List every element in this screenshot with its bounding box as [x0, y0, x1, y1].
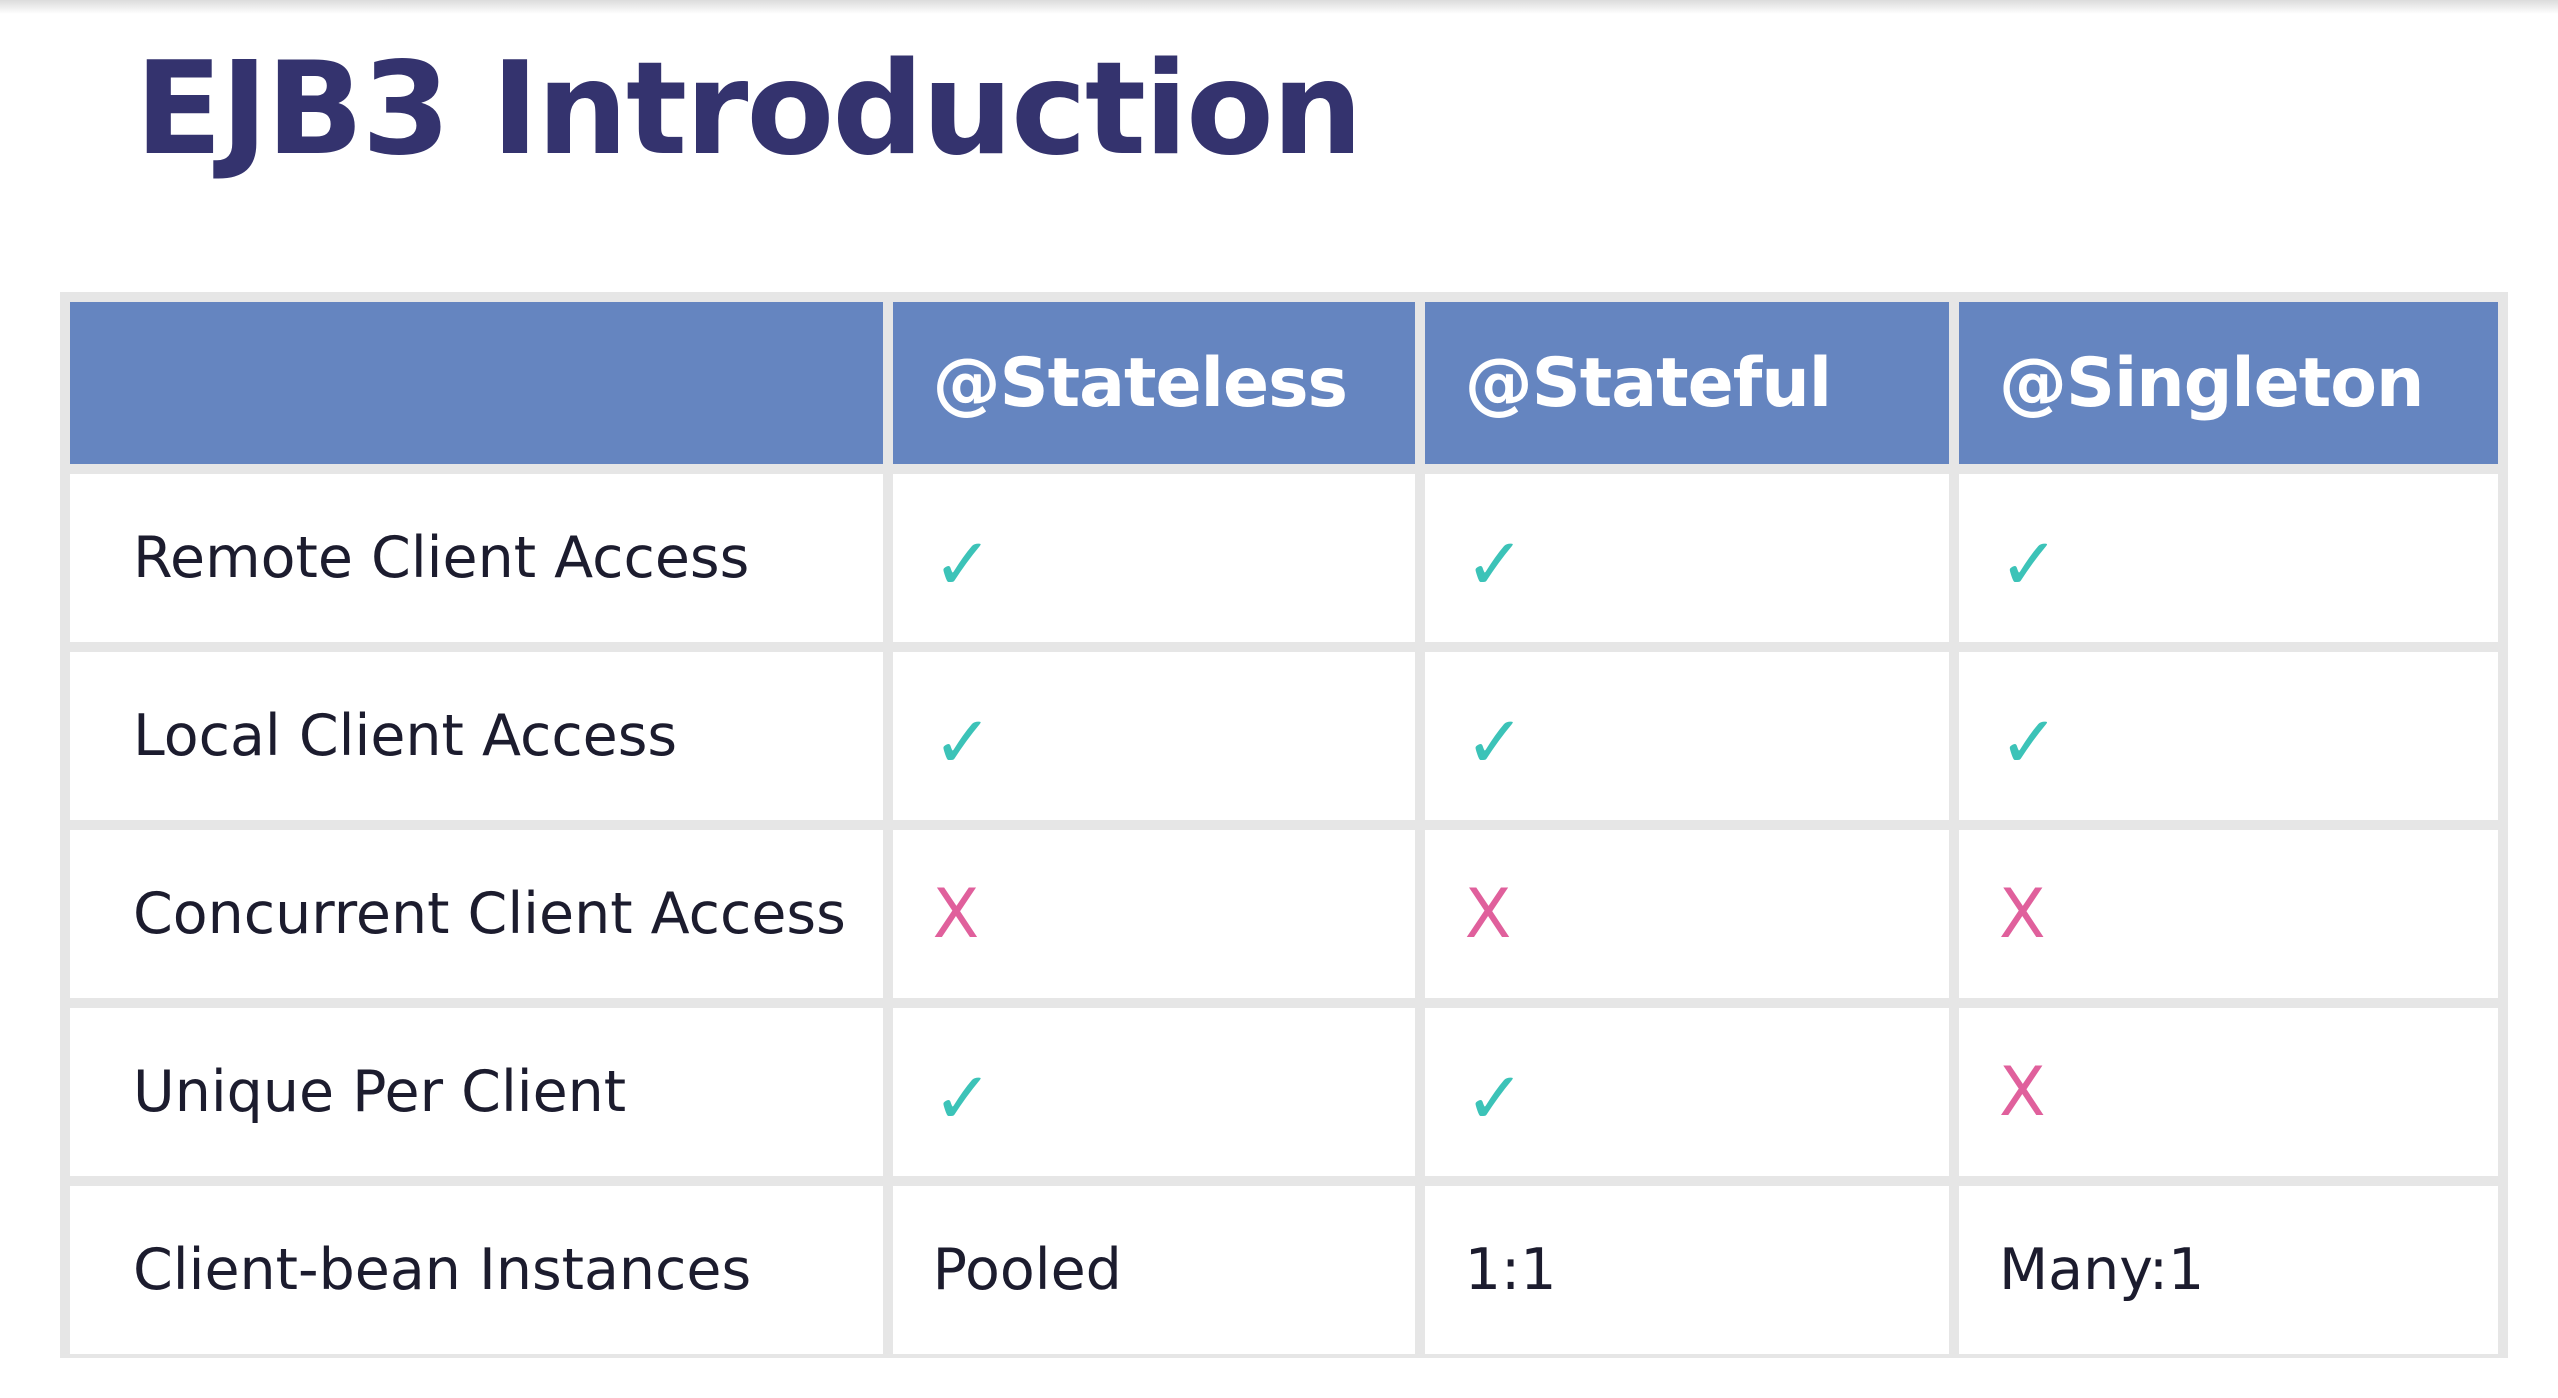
- table-cell-stateful: 1:1: [1424, 1186, 1949, 1354]
- comparison-table-container: @Stateless @Stateful @Singleton Remote C…: [60, 292, 2508, 1358]
- table-cell-singleton: Many:1: [1959, 1186, 2498, 1354]
- check-icon: ✓: [932, 522, 993, 606]
- row-label: Local Client Access: [70, 652, 883, 820]
- check-icon: ✓: [932, 700, 993, 784]
- table-row: Unique Per Client ✓ ✓ X: [70, 1008, 2498, 1176]
- slide-title: EJB3 Introduction: [135, 35, 1363, 184]
- comparison-table: @Stateless @Stateful @Singleton Remote C…: [60, 292, 2508, 1364]
- table-cell-singleton: ✓: [1959, 652, 2498, 820]
- check-icon: ✓: [1464, 1056, 1526, 1140]
- table-body: Remote Client Access ✓ ✓ ✓ Local Client Acce…: [70, 474, 2498, 1354]
- table-cell-singleton: X: [1959, 1008, 2498, 1176]
- row-label: Unique Per Client: [70, 1008, 883, 1176]
- top-edge-shade: [0, 0, 2558, 14]
- cell-value-text: Many:1: [1999, 1237, 2205, 1303]
- check-icon: ✓: [1999, 700, 2060, 784]
- cross-icon: X: [932, 874, 980, 954]
- cross-icon: X: [1464, 874, 1512, 954]
- header-cell-singleton: @Singleton: [1959, 302, 2498, 464]
- check-icon: ✓: [1464, 522, 1526, 606]
- check-icon: ✓: [1464, 700, 1526, 784]
- cross-icon: X: [1999, 1052, 2046, 1132]
- table-cell-stateless: ✓: [892, 1008, 1415, 1176]
- row-label: Client-bean Instances: [70, 1186, 883, 1354]
- header-cell-stateless: @Stateless: [892, 302, 1415, 464]
- table-cell-stateless: ✓: [892, 652, 1415, 820]
- table-row: Remote Client Access ✓ ✓ ✓: [70, 474, 2498, 642]
- cell-value-text: 1:1: [1464, 1237, 1557, 1303]
- header-row: @Stateless @Stateful @Singleton: [70, 302, 2498, 464]
- table-cell-stateful: ✓: [1424, 474, 1949, 642]
- table-cell-stateless: ✓: [892, 474, 1415, 642]
- table-cell-stateful: ✓: [1424, 1008, 1949, 1176]
- table-cell-stateful: ✓: [1424, 652, 1949, 820]
- row-label: Concurrent Client Access: [70, 830, 883, 998]
- cell-value-text: Pooled: [932, 1237, 1122, 1303]
- header-cell-stateful: @Stateful: [1424, 302, 1949, 464]
- header-cell-empty: [70, 302, 883, 464]
- row-label: Remote Client Access: [70, 474, 883, 642]
- table-cell-singleton: ✓: [1959, 474, 2498, 642]
- table-cell-stateful: X: [1424, 830, 1949, 998]
- table-cell-stateless: Pooled: [892, 1186, 1415, 1354]
- table-row: Local Client Access ✓ ✓ ✓: [70, 652, 2498, 820]
- table-row: Concurrent Client Access X X X: [70, 830, 2498, 998]
- check-icon: ✓: [932, 1056, 993, 1140]
- table-cell-singleton: X: [1959, 830, 2498, 998]
- table-cell-stateless: X: [892, 830, 1415, 998]
- cross-icon: X: [1999, 874, 2046, 954]
- check-icon: ✓: [1999, 522, 2060, 606]
- table-row: Client-bean Instances Pooled 1:1 Many:1: [70, 1186, 2498, 1354]
